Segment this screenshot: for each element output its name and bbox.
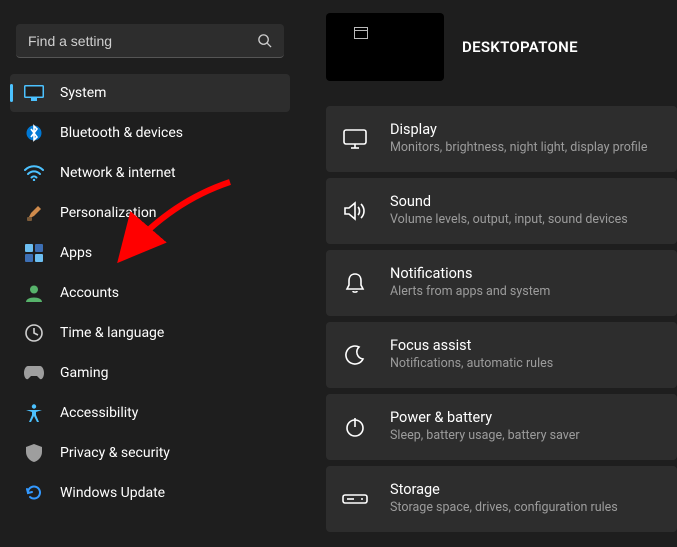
tile-storage[interactable]: StorageStorage space, drives, configurat… <box>326 466 677 532</box>
sidebar-item-label: Windows Update <box>60 485 165 501</box>
sidebar-item-label: Privacy & security <box>60 445 170 461</box>
sidebar-item-system[interactable]: System <box>10 74 290 112</box>
content-pane: DESKTOPATONE DisplayMonitors, brightness… <box>300 0 677 547</box>
tile-title: Focus assist <box>390 337 553 356</box>
device-header: DESKTOPATONE <box>326 0 677 88</box>
sidebar-item-accounts[interactable]: Accounts <box>10 274 290 312</box>
bell-icon <box>342 270 368 296</box>
search-input-wrap[interactable] <box>16 24 284 58</box>
sidebar-item-label: Accounts <box>60 285 119 301</box>
tile-focus[interactable]: Focus assistNotifications, automatic rul… <box>326 322 677 388</box>
sidebar-item-label: Apps <box>60 245 92 261</box>
bluetooth-icon <box>24 123 44 143</box>
sound-icon <box>342 198 368 224</box>
sidebar-item-label: Network & internet <box>60 165 176 181</box>
tile-sound[interactable]: SoundVolume levels, output, input, sound… <box>326 178 677 244</box>
sidebar: System Bluetooth & devices Network & inter… <box>0 0 300 547</box>
sidebar-item-label: System <box>60 85 106 101</box>
sidebar-item-time[interactable]: Time & language <box>10 314 290 352</box>
sidebar-nav: System Bluetooth & devices Network & inter… <box>10 68 290 547</box>
display-icon <box>342 126 368 152</box>
hostname: DESKTOPATONE <box>462 38 578 56</box>
sidebar-item-bluetooth[interactable]: Bluetooth & devices <box>10 114 290 152</box>
wifi-icon <box>24 163 44 183</box>
sidebar-item-accessibility[interactable]: Accessibility <box>10 394 290 432</box>
tile-title: Sound <box>390 193 628 212</box>
clock-icon <box>24 323 44 343</box>
a11y-icon <box>24 403 44 423</box>
sidebar-item-personalization[interactable]: Personalization <box>10 194 290 232</box>
sidebar-item-gaming[interactable]: Gaming <box>10 354 290 392</box>
search-input[interactable] <box>28 33 257 49</box>
tile-desc: Alerts from apps and system <box>390 284 550 300</box>
search-icon <box>257 33 272 48</box>
tile-desc: Notifications, automatic rules <box>390 356 553 372</box>
tile-title: Power & battery <box>390 409 580 428</box>
sidebar-item-label: Gaming <box>60 365 108 381</box>
tile-title: Storage <box>390 481 618 500</box>
sidebar-item-label: Personalization <box>60 205 157 221</box>
sidebar-item-label: Accessibility <box>60 405 138 421</box>
brush-icon <box>24 203 44 223</box>
shield-icon <box>24 443 44 463</box>
tile-desc: Volume levels, output, input, sound devi… <box>390 212 628 228</box>
apps-icon <box>24 243 44 263</box>
sidebar-item-label: Time & language <box>60 325 164 341</box>
tile-desc: Sleep, battery usage, battery saver <box>390 428 580 444</box>
tile-power[interactable]: Power & batterySleep, battery usage, bat… <box>326 394 677 460</box>
settings-tiles: DisplayMonitors, brightness, night light… <box>326 88 677 547</box>
person-icon <box>24 283 44 303</box>
tile-title: Display <box>390 121 647 140</box>
desktop-thumbnail <box>326 13 444 81</box>
storage-icon <box>342 486 368 512</box>
sidebar-item-update[interactable]: Windows Update <box>10 474 290 512</box>
power-icon <box>342 414 368 440</box>
tile-display[interactable]: DisplayMonitors, brightness, night light… <box>326 106 677 172</box>
sidebar-item-label: Bluetooth & devices <box>60 125 183 141</box>
update-icon <box>24 483 44 503</box>
tile-desc: Storage space, drives, configuration rul… <box>390 500 618 516</box>
sidebar-item-privacy[interactable]: Privacy & security <box>10 434 290 472</box>
gamepad-icon <box>24 363 44 383</box>
tile-desc: Monitors, brightness, night light, displ… <box>390 140 647 156</box>
sidebar-item-network[interactable]: Network & internet <box>10 154 290 192</box>
tile-notifications[interactable]: NotificationsAlerts from apps and system <box>326 250 677 316</box>
monitor-icon <box>24 83 44 103</box>
moon-icon <box>342 342 368 368</box>
tile-title: Notifications <box>390 265 550 284</box>
sidebar-item-apps[interactable]: Apps <box>10 234 290 272</box>
